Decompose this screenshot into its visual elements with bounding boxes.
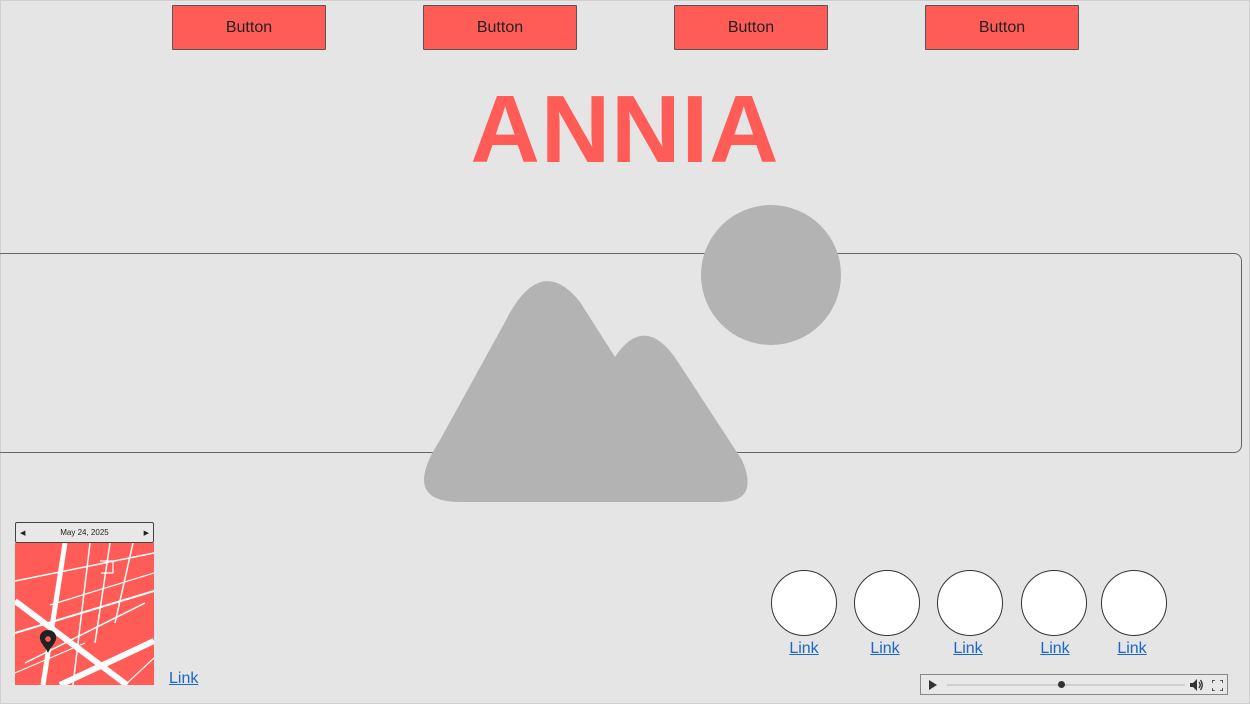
- triangle-right-icon[interactable]: ▶: [144, 529, 149, 537]
- circle-image-1: [771, 570, 837, 636]
- map-link[interactable]: Link: [169, 670, 198, 688]
- circle-image-4: [1021, 570, 1087, 636]
- page-title: ANNIA: [470, 76, 780, 183]
- nav-button-1[interactable]: Button: [172, 5, 326, 50]
- media-player: [920, 674, 1228, 695]
- progress-track[interactable]: [947, 684, 1185, 686]
- calendar-date: May 24, 2025: [60, 528, 109, 537]
- nav-button-2[interactable]: Button: [423, 5, 577, 50]
- map-widget[interactable]: [15, 543, 154, 685]
- circle-link-4[interactable]: Link: [1015, 640, 1095, 658]
- fullscreen-icon[interactable]: [1212, 680, 1223, 691]
- volume-icon[interactable]: [1190, 679, 1204, 691]
- circle-link-1[interactable]: Link: [764, 640, 844, 658]
- circle-image-3: [937, 570, 1003, 636]
- nav-button-4[interactable]: Button: [925, 5, 1079, 50]
- circle-link-3[interactable]: Link: [928, 640, 1008, 658]
- image-placeholder-icon: [424, 205, 841, 502]
- triangle-left-icon[interactable]: ◀: [20, 529, 25, 537]
- nav-button-3[interactable]: Button: [674, 5, 828, 50]
- circle-image-5: [1101, 570, 1167, 636]
- circle-image-2: [854, 570, 920, 636]
- circle-link-5[interactable]: Link: [1092, 640, 1172, 658]
- play-icon[interactable]: [928, 680, 938, 690]
- progress-knob[interactable]: [1057, 681, 1065, 688]
- circle-link-2[interactable]: Link: [845, 640, 925, 658]
- date-navigator: ◀ May 24, 2025 ▶: [15, 522, 154, 543]
